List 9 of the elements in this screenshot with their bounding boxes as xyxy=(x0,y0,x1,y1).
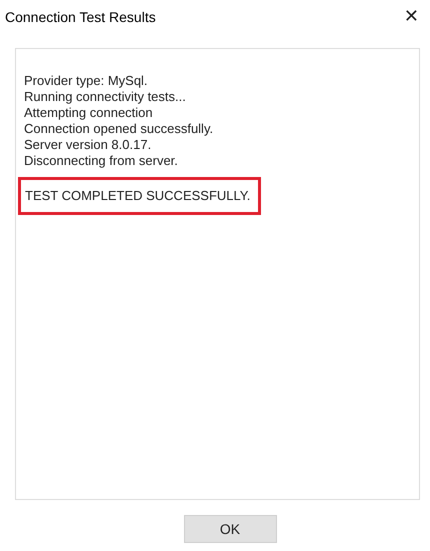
result-line: Server version 8.0.17. xyxy=(23,137,152,153)
result-line: Provider type: MySql. xyxy=(23,73,149,89)
result-line: Connection opened successfully. xyxy=(23,121,214,137)
result-line: Attempting connection xyxy=(23,105,154,121)
window-title: Connection Test Results xyxy=(5,8,156,24)
result-line: Running connectivity tests... xyxy=(23,89,187,105)
ok-button[interactable]: OK xyxy=(184,515,276,543)
close-button[interactable]: ✕ xyxy=(402,6,421,27)
result-line: Disconnecting from server. xyxy=(23,153,179,169)
